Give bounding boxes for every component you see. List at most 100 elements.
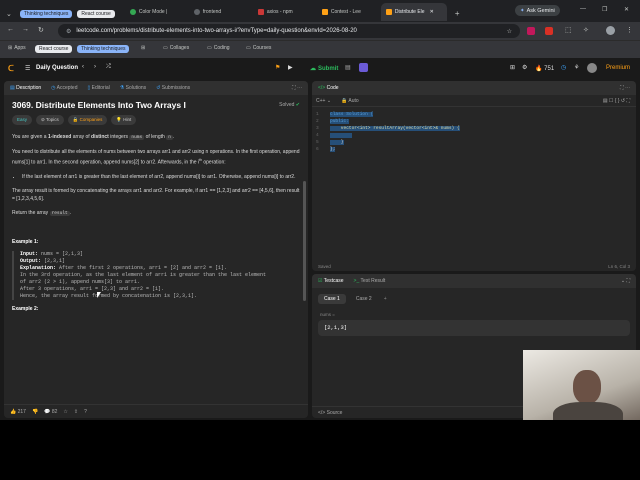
bookmark-group-thinking[interactable]: Thinking techniques [77,45,130,53]
tab-editorial[interactable]: ▯ Editorial [88,85,110,91]
text: integers [108,134,130,140]
case-1-tab[interactable]: Case 1 [318,294,346,304]
prev-problem-icon[interactable]: ‹ [82,64,84,70]
tab-testcase[interactable]: ☑ Testcase [318,278,344,284]
new-tab-button[interactable]: + [455,9,460,18]
tab-solutions[interactable]: ⚗ Solutions [120,85,146,91]
tab-code[interactable]: </> Code [318,85,339,91]
tab-test-result[interactable]: >_ Test Result [354,278,386,284]
source-button[interactable]: </> Source [318,410,342,416]
description-panel: ▤ Description ◷ Accepted ▯ Editorial ⚗ S… [4,81,308,418]
layout-icon[interactable] [359,63,368,72]
shuffle-icon[interactable]: ⤮ [106,64,111,71]
back-icon[interactable]: ← [7,26,14,33]
editorial-tab-icon: ▯ [87,85,91,91]
tab-distribute-active[interactable]: Distribute Ele ✕ [380,3,447,21]
favorite-star-icon[interactable]: ☆ [63,409,67,415]
extensions-icon[interactable]: ✧ [583,26,589,34]
grid-icon[interactable]: ⊞ [141,45,145,51]
tab-axios[interactable]: axios - npm [253,3,315,21]
code-editor[interactable]: 1 class Solution { 2 public: 3 vector<int>… [312,107,636,157]
forward-icon[interactable]: → [22,26,29,33]
hint-tag[interactable]: 💡 Hint [111,115,137,125]
reload-icon[interactable]: ↻ [38,26,44,34]
profile-avatar[interactable] [606,26,615,35]
tab-submissions[interactable]: ↺ Submissions [156,85,190,91]
dislike-icon[interactable]: 👎 [32,409,38,415]
address-bar[interactable]: ⚙ leetcode.com/problems/distribute-eleme… [58,24,520,38]
problem-title[interactable]: 3069. Distribute Elements Into Two Array… [12,101,186,110]
settings-icon[interactable]: ⚙ [522,64,527,71]
leetcode-header: ᑕ ☰ Daily Question ‹ › ⤮ ⚑ ▶ ☁ Submit ▤ ⊞… [0,58,640,80]
topics-tag[interactable]: ⊘ Topics [36,115,64,125]
tab-frontend[interactable]: frontend [189,3,251,21]
like-button[interactable]: 👍 217 [10,409,26,415]
daily-question-label[interactable]: Daily Question [36,65,78,71]
ask-gemini-label: Ask Gemini [526,7,555,14]
expand-panel-icon[interactable]: ⛶ ⋯ [292,85,302,91]
extension-icon-3[interactable]: ⬚ [565,26,572,34]
topics-label: Topics [45,117,59,122]
leetcode-logo-icon[interactable]: ᑕ [8,64,14,73]
folder-collages[interactable]: ▭ Collages [163,45,189,51]
problem-list-icon[interactable]: ☰ [25,65,30,72]
streak-counter[interactable]: 🔥 751 [535,65,554,72]
note-icon[interactable]: ▤ [345,64,351,71]
value: After the first 2 operations, arr1 = [2]… [56,264,228,271]
auto-toggle[interactable]: 🔒 Auto [341,98,359,104]
close-window-icon[interactable]: ✕ [624,6,629,13]
bookmarks-bar: ⊞ Apps React course Thinking techniques ⊞… [0,40,640,58]
code-line: 5 } [316,139,632,146]
case-2-tab[interactable]: Case 2 [350,294,378,304]
tab-search-icon[interactable]: ⌄ [6,10,12,18]
premium-button[interactable]: Premium [606,65,630,71]
rule-item: If the last element of arr1 is greater t… [22,173,300,181]
tab-group-react[interactable]: React course [77,10,115,18]
bookmark-star-icon[interactable]: ☆ [507,28,512,35]
comments-button[interactable]: 💬 82 [44,409,57,415]
apps-bookmark[interactable]: ⊞ Apps [8,45,26,51]
grid-layout-icon[interactable]: ⊞ [510,64,515,71]
extension-icon-1[interactable] [527,27,535,35]
timer-icon[interactable]: ◷ [561,64,566,71]
extension-icon-2[interactable] [545,27,553,35]
next-problem-icon[interactable]: › [94,64,96,70]
share-icon[interactable]: ⇪ [74,409,78,415]
code-panel-actions-icon[interactable]: ⛶ ⋯ [620,85,630,91]
tab-label: Editorial [91,85,110,91]
run-icon[interactable]: ▶ [288,64,293,71]
help-icon[interactable]: ? [84,409,87,415]
editor-actions-icons[interactable]: ▤ ☐ { } ↺ ⛶ [603,98,630,104]
tab-accepted[interactable]: ◷ Accepted [51,85,77,91]
language-select[interactable]: C++ ⌄ [316,98,331,104]
folder-courses[interactable]: ▭ Courses [246,45,271,51]
testcase-panel-actions-icon[interactable]: ⌄ ⛶ [621,278,630,284]
submit-button[interactable]: ☁ Submit [305,62,343,75]
example-1-title: Example 1: [12,238,39,245]
site-info-icon[interactable]: ⚙ [66,28,71,35]
minimize-icon[interactable]: — [580,6,586,12]
close-tab-icon[interactable]: ✕ [430,9,434,15]
folder-coding[interactable]: ▭ Coding [207,45,230,51]
thumbs-up-icon: 👍 [10,408,17,415]
accepted-tab-icon: ◷ [51,85,56,91]
nums-input[interactable]: [2,1,3] [318,320,630,336]
scrollbar[interactable] [303,181,306,301]
ask-gemini-button[interactable]: ✦ Ask Gemini [515,5,560,16]
notification-icon[interactable]: ⚘ [574,64,579,71]
tab-contest[interactable]: Contest - Lee [317,3,379,21]
difficulty-badge[interactable]: Easy [12,115,33,125]
menu-icon[interactable]: ⋮ [626,26,633,34]
paragraph-2: You need to distribute all the elements … [12,148,300,167]
tab-group-thinking[interactable]: Thinking techniques [19,10,73,18]
companies-tag[interactable]: 🔒 Companies [67,115,108,125]
tab-description[interactable]: ▤ Description [10,85,41,91]
add-case-button[interactable]: + [382,294,389,304]
tab-color-mode[interactable]: Color Mode | [125,3,187,21]
bookmark-group-react[interactable]: React course [35,45,73,53]
webcam-overlay [523,350,640,424]
paragraph-4: Return the array result. [12,209,300,218]
debug-icon[interactable]: ⚑ [275,64,280,71]
maximize-icon[interactable]: ❐ [602,6,607,13]
user-avatar[interactable] [587,63,597,73]
